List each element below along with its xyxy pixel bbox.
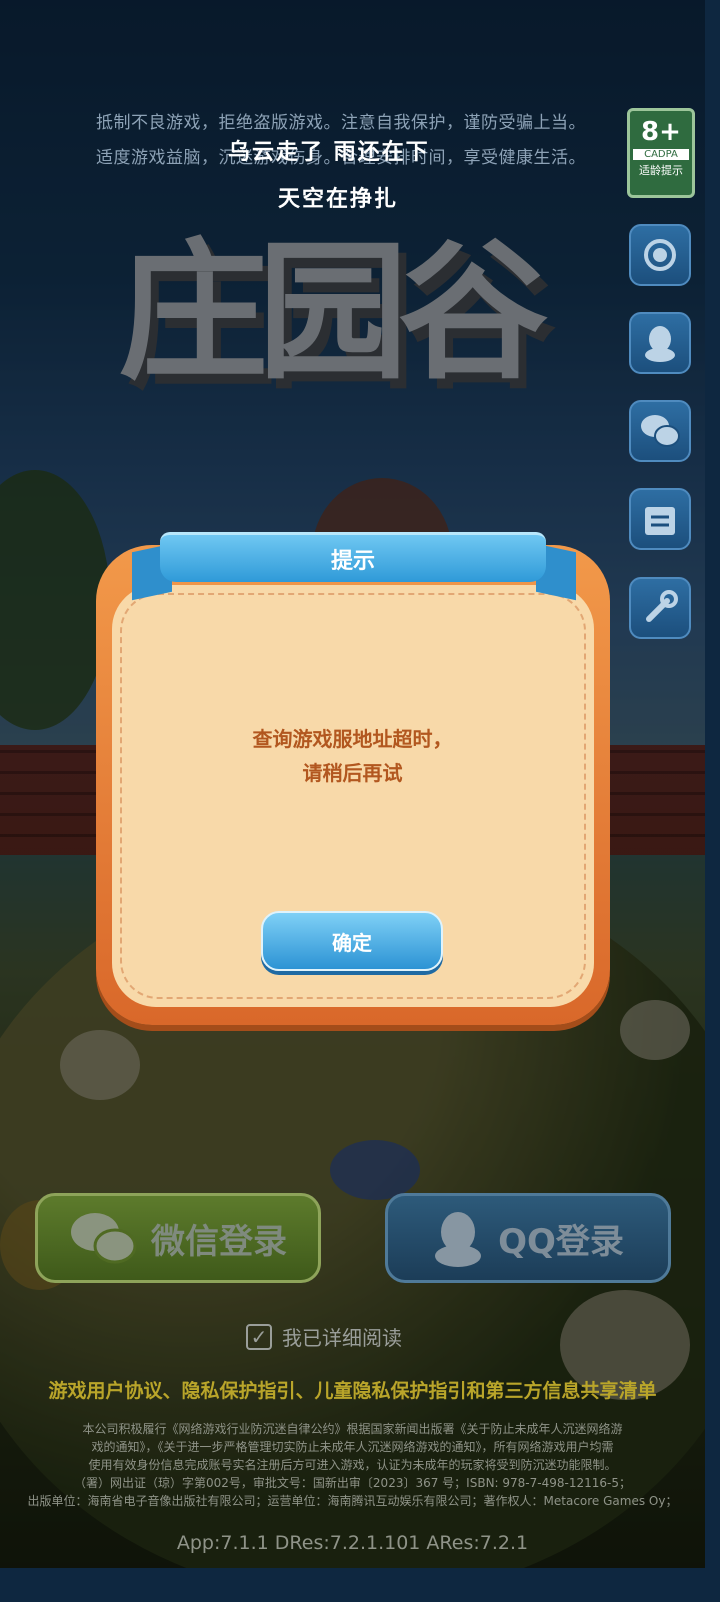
age-rating-badge[interactable]: 8+ CADPA 适龄提示 [627,108,695,198]
wechat-icon [641,415,680,447]
dialog-message: 查询游戏服地址超时， 请稍后再试 [140,722,565,790]
legal-line: 戏的通知》，《关于进一步严格管理切实防止未成年人沉迷网络游戏的通知》，所有网络游… [91,1440,614,1454]
customer-service-button[interactable] [629,224,691,286]
qq-login-button[interactable]: QQ登录 [385,1193,671,1283]
game-logo: 庄园谷 [118,224,548,400]
version-text: App:7.1.1 DRes:7.2.1.101 ARes:7.2.1 [176,1532,529,1554]
dialog-message-line-1: 查询游戏服地址超时， [252,727,453,751]
qq-login-label: QQ登录 [498,1221,624,1262]
settings-tool-button[interactable] [629,577,691,639]
dialog-title: 提示 [330,549,375,574]
legal-line: 出版单位：海南省电子音像出版社有限公司；运营单位：海南腾讯互动娱乐有限公司；著作… [27,1494,678,1508]
agreement-checkbox-label: 我已详细阅读 [282,1326,402,1350]
game-login-screen: 抵制不良游戏，拒绝盗版游戏。注意自我保护，谨防受骗上当。 适度游戏益脑，沉迷游戏… [0,0,705,1568]
lyric-line-1: 乌云走了 雨还在下 [228,140,430,165]
agreement-checkbox[interactable]: ✓ [246,1323,272,1350]
qq-side-button[interactable] [629,312,691,374]
wechat-login-label: 微信登录 [151,1221,287,1262]
qq-icon [435,1212,482,1267]
legal-line: （署）网出证（琼）字第002号，审批文号：国新出审〔2023〕367 号；ISB… [74,1476,631,1490]
wechat-side-button[interactable] [629,400,691,462]
legal-line: 本公司积极履行《网络游戏行业防沉迷自律公约》根据国家新闻出版署《关于防止未成年人… [82,1422,623,1436]
age-rating-org: CADPA [633,149,689,160]
notice-line-1: 抵制不良游戏，拒绝盗版游戏。注意自我保护，谨防受骗上当。 [96,113,586,133]
lyric-line-2: 天空在挣扎 [278,187,399,212]
agreement-checkbox-row[interactable]: ✓ 我已详细阅读 [246,1322,402,1351]
legal-text: 本公司积极履行《网络游戏行业防沉迷自律公约》根据国家新闻出版署《关于防止未成年人… [0,1420,705,1510]
customer-service-icon [644,239,676,271]
wechat-icon [71,1213,137,1264]
announcement-button[interactable] [629,488,691,550]
agreement-links[interactable]: 游戏用户协议、隐私保护指引、儿童隐私保护指引和第三方信息共享清单 [0,1376,705,1403]
legal-line: 使用有效身份信息完成账号实名注册后方可进入游戏，认证为未成年的玩家将受到防沉迷功… [88,1458,617,1472]
confirm-button[interactable]: 确定 [261,911,443,971]
confirm-button-label: 确定 [332,930,372,955]
notice-board-icon [645,507,675,535]
wrench-icon [646,590,678,622]
age-rating-value: 8+ [641,117,681,147]
wechat-login-button[interactable]: 微信登录 [35,1193,321,1283]
qq-icon [645,326,675,362]
dialog-message-line-2: 请稍后再试 [302,761,403,785]
age-rating-label: 适龄提示 [639,164,683,177]
